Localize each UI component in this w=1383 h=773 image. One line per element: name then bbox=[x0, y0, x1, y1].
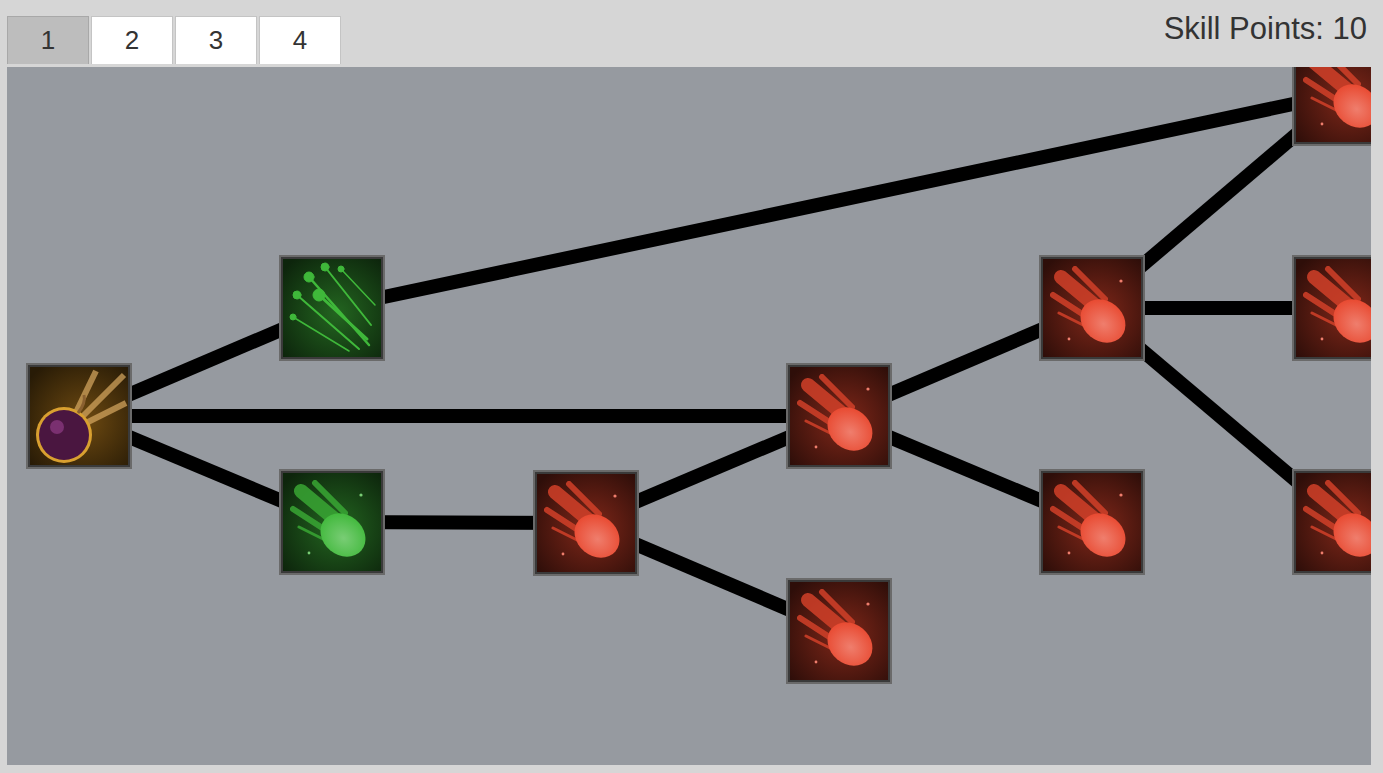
tab[interactable]: 2 bbox=[91, 16, 173, 64]
tab-bar: 1234 bbox=[7, 16, 341, 64]
meteor-icon bbox=[1039, 469, 1145, 575]
meteor-icon bbox=[1292, 67, 1371, 146]
meteor-skill-node[interactable] bbox=[279, 469, 385, 575]
tab[interactable]: 3 bbox=[175, 16, 257, 64]
meteor-skill-node[interactable] bbox=[1292, 469, 1371, 575]
splash-skill-node[interactable] bbox=[279, 255, 385, 361]
splash-icon bbox=[279, 255, 385, 361]
meteor-skill-node[interactable] bbox=[533, 470, 639, 576]
meteor-skill-node[interactable] bbox=[1292, 255, 1371, 361]
top-bar: 1234 Skill Points: 10 bbox=[0, 0, 1383, 67]
meteor-skill-node[interactable] bbox=[1039, 255, 1145, 361]
skill-tree-panel bbox=[7, 67, 1371, 765]
bomb-skill-node[interactable] bbox=[26, 363, 132, 469]
meteor-skill-node[interactable] bbox=[786, 363, 892, 469]
meteor-icon bbox=[1039, 255, 1145, 361]
tab[interactable]: 1 bbox=[7, 16, 89, 64]
meteor-skill-node[interactable] bbox=[1292, 67, 1371, 146]
meteor-skill-node[interactable] bbox=[786, 578, 892, 684]
meteor-icon bbox=[786, 363, 892, 469]
meteor-icon bbox=[1292, 469, 1371, 575]
meteor-icon bbox=[786, 578, 892, 684]
meteor-icon bbox=[279, 469, 385, 575]
link-layer bbox=[7, 67, 1371, 765]
meteor-icon bbox=[1292, 255, 1371, 361]
tab[interactable]: 4 bbox=[259, 16, 341, 64]
link-line bbox=[79, 409, 839, 423]
bomb-icon bbox=[26, 363, 132, 469]
meteor-skill-node[interactable] bbox=[1039, 469, 1145, 575]
link-line bbox=[332, 93, 1345, 308]
meteor-icon bbox=[533, 470, 639, 576]
skill-points: Skill Points: 10 bbox=[1164, 11, 1367, 47]
